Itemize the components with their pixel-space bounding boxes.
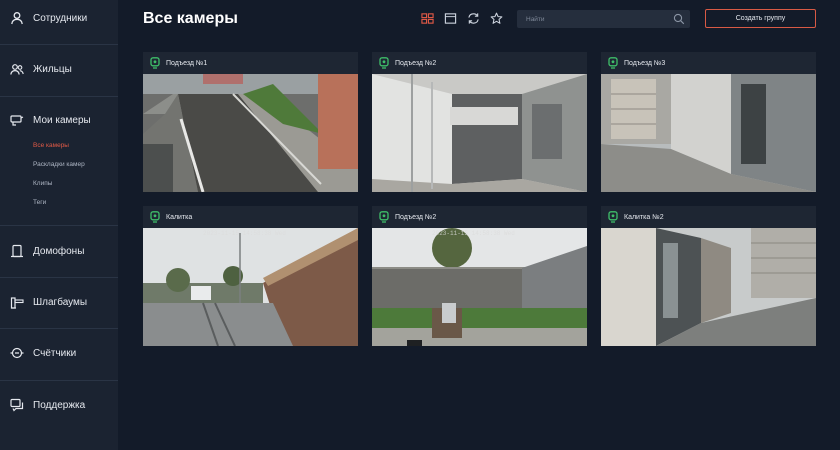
sidebar-item-label: Жильцы: [33, 63, 72, 75]
camera-feed: [601, 228, 816, 346]
single-view-icon[interactable]: [443, 11, 457, 25]
camera-name: Калитка №2: [624, 213, 664, 221]
sidebar-item-residents[interactable]: Жильцы: [0, 43, 118, 95]
person-icon: [10, 11, 24, 25]
subnav-clips[interactable]: Клипы: [33, 180, 52, 187]
camera-card-header: Подъезд №2: [372, 206, 587, 228]
page-title: Все камеры: [143, 10, 238, 27]
camera-card[interactable]: Калитка №2: [601, 206, 816, 346]
camera-card-header: Калитка: [143, 206, 358, 228]
create-group-button[interactable]: Создать группу: [705, 9, 816, 28]
camera-card-header: Подъезд №2: [372, 52, 587, 74]
sidebar-item-meters[interactable]: Счётчики: [0, 327, 118, 379]
sidebar-item-label: Мои камеры: [33, 114, 91, 126]
camera-name: Подъезд №1: [166, 59, 208, 67]
camera-card[interactable]: Подъезд №2: [372, 52, 587, 192]
camera-status-icon: [379, 57, 389, 69]
camera-name: Подъезд №2: [395, 213, 437, 221]
meter-icon: [10, 346, 24, 360]
sidebar-item-intercoms[interactable]: Домофоны: [0, 225, 118, 277]
camera-status-icon: [608, 57, 618, 69]
camera-card[interactable]: Калитка 2023-11-15 14:58:38 Wed: [143, 206, 358, 346]
camera-timestamp: 2023-11-15 14:58:38 Wed: [432, 230, 515, 237]
sidebar: Сотрудники Жильцы Мои камеры Все камеры …: [0, 0, 118, 450]
camera-name: Калитка: [166, 213, 193, 221]
subnav-tags[interactable]: Теги: [33, 199, 46, 206]
subnav-camera-layouts[interactable]: Раскладки камер: [33, 161, 85, 168]
camera-icon: [10, 113, 24, 127]
sidebar-item-label: Счётчики: [33, 347, 77, 359]
sidebar-item-label: Поддержка: [33, 399, 86, 411]
camera-card[interactable]: Подъезд №3: [601, 52, 816, 192]
camera-card-header: Калитка №2: [601, 206, 816, 228]
camera-card[interactable]: Подъезд №1: [143, 52, 358, 192]
camera-status-icon: [379, 211, 389, 223]
camera-feed: 2023-11-15 14:58:38 Wed: [372, 228, 587, 346]
grid-view-icon[interactable]: [420, 11, 434, 25]
refresh-icon[interactable]: [466, 11, 480, 25]
sidebar-item-support[interactable]: Поддержка: [0, 379, 118, 431]
camera-card[interactable]: Подъезд №2 2023-11-15 14:58:38 Wed: [372, 206, 587, 346]
camera-feed: [143, 74, 358, 192]
camera-feed: 2023-11-15 14:58:38 Wed: [143, 228, 358, 346]
camera-feed: [601, 74, 816, 192]
barrier-icon: [10, 295, 24, 309]
people-icon: [10, 62, 24, 76]
sidebar-item-employees[interactable]: Сотрудники: [0, 0, 118, 44]
sidebar-item-my-cameras[interactable]: Мои камеры: [0, 94, 118, 146]
intercom-icon: [10, 244, 24, 258]
subnav-all-cameras[interactable]: Все камеры: [33, 142, 69, 149]
favorites-star-icon[interactable]: [489, 11, 503, 25]
sidebar-item-label: Шлагбаумы: [33, 296, 88, 308]
sidebar-item-label: Сотрудники: [33, 12, 88, 24]
camera-status-icon: [150, 211, 160, 223]
camera-status-icon: [150, 57, 160, 69]
chat-icon: [10, 398, 24, 412]
search-input[interactable]: [517, 10, 667, 28]
camera-name: Подъезд №2: [395, 59, 437, 67]
camera-feed: [372, 74, 587, 192]
search-box: [517, 10, 690, 28]
sidebar-item-label: Домофоны: [33, 245, 85, 257]
sidebar-item-barriers[interactable]: Шлагбаумы: [0, 276, 118, 328]
camera-card-header: Подъезд №3: [601, 52, 816, 74]
camera-timestamp: 2023-11-15 14:58:38 Wed: [203, 230, 286, 237]
camera-card-header: Подъезд №1: [143, 52, 358, 74]
search-icon[interactable]: [673, 13, 685, 25]
camera-status-icon: [608, 211, 618, 223]
camera-name: Подъезд №3: [624, 59, 666, 67]
